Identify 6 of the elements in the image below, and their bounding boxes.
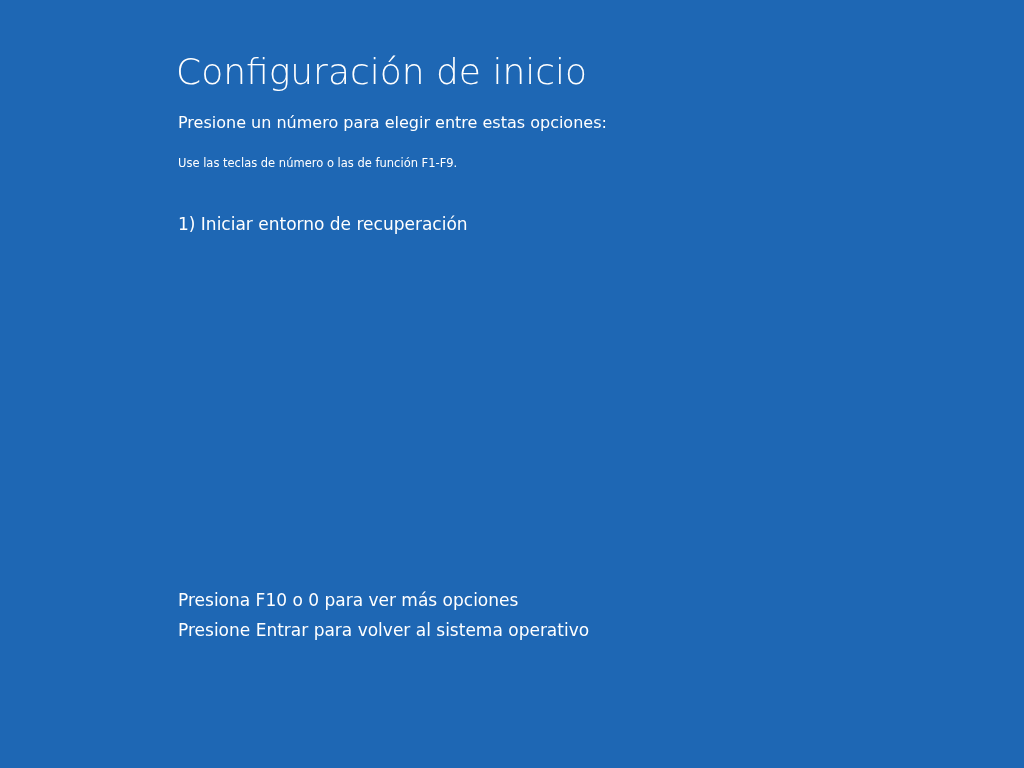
option-text[interactable]: 1) Iniciar entorno de recuperación (178, 212, 1024, 238)
instruction-text: Presione Entrar para volver al sistema operativo (178, 619, 590, 642)
instruction-text: Presiona F10 o 0 para ver más opciones (178, 589, 520, 612)
screen-title: Configuración de inicio (176, 50, 589, 94)
prompt-text: Presione un número para elegir entre estas opciones: (178, 112, 608, 135)
hint-text: Use las teclas de número o las de función F1-F9. (178, 155, 459, 173)
